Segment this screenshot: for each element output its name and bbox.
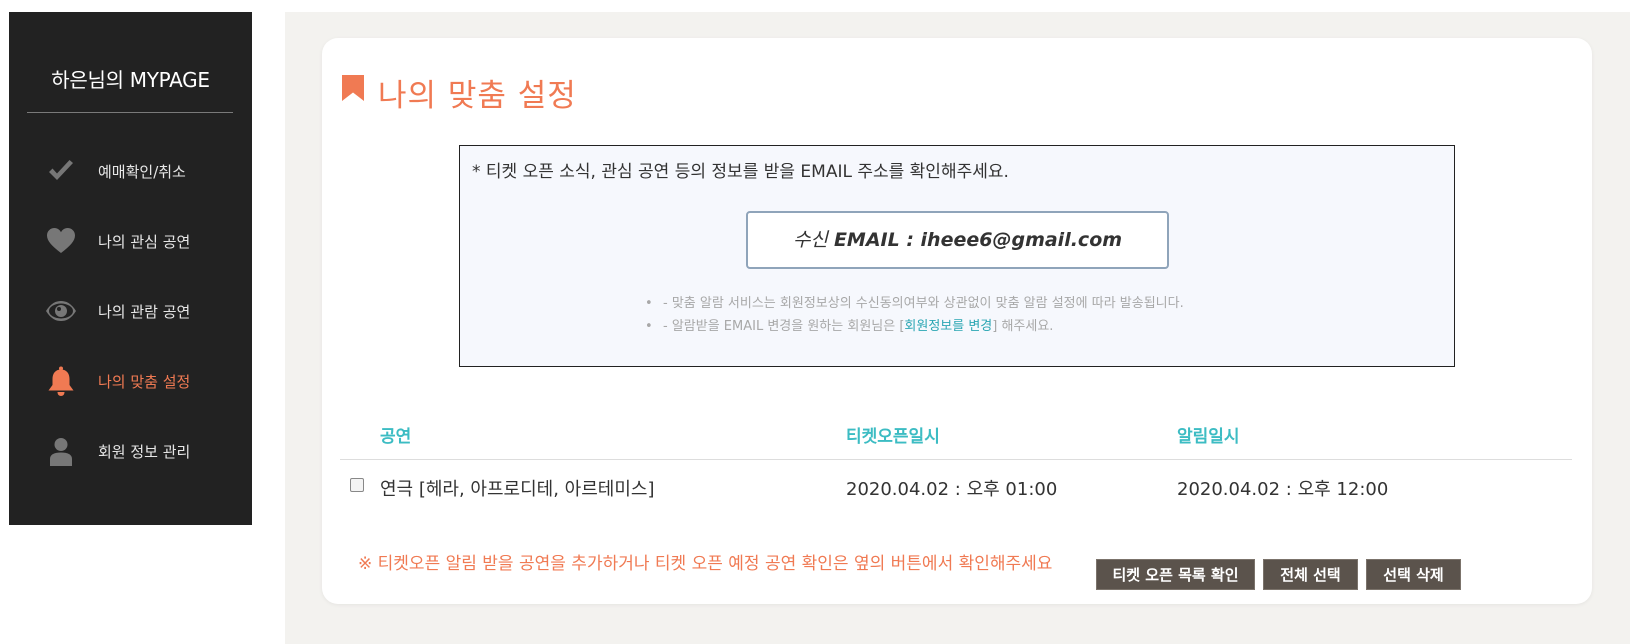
bullet-icon: •	[645, 296, 653, 311]
delete-selected-button[interactable]: 선택 삭제	[1366, 559, 1461, 590]
ticket-open-list-button[interactable]: 티켓 오픈 목록 확인	[1096, 559, 1255, 590]
column-header-open-date: 티켓오픈일시	[846, 427, 940, 447]
show-name: 연극 [헤라, 아프로디테, 아르테미스]	[380, 479, 655, 500]
user-icon	[45, 435, 77, 467]
email-info-box: * 티켓 오픈 소식, 관심 공연 등의 정보를 받을 EMAIL 주소를 확인…	[459, 145, 1455, 367]
sidebar-item-label: 나의 맞춤 설정	[98, 373, 191, 391]
column-header-alarm-date: 알림일시	[1177, 427, 1240, 447]
bookmark-icon	[341, 74, 365, 102]
check-icon	[45, 155, 77, 187]
sidebar-item-label: 나의 관심 공연	[98, 233, 191, 251]
column-header-show: 공연	[380, 427, 412, 447]
open-date: 2020.04.02 : 오후 01:00	[846, 479, 1058, 500]
heart-icon	[45, 225, 77, 257]
bell-icon	[45, 365, 77, 397]
mypage-title: 하은님의 MYPAGE	[51, 68, 210, 92]
email-display: 수신 EMAIL : iheee6@gmail.com	[746, 211, 1169, 269]
sidebar-item-reservation[interactable]: 예매확인/취소	[9, 151, 252, 191]
sidebar-item-favorites[interactable]: 나의 관심 공연	[9, 221, 252, 261]
sidebar-divider	[27, 112, 233, 113]
sidebar-item-watched[interactable]: 나의 관람 공연	[9, 291, 252, 331]
note-text: - 맞춤 알람 서비스는 회원정보상의 수신동의여부와 상관없이 맞춤 알람 설…	[663, 296, 1184, 311]
page-title: 나의 맞춤 설정	[378, 78, 577, 114]
sidebar-item-label: 회원 정보 관리	[98, 443, 191, 461]
footer-note: ※ 티켓오픈 알림 받을 공연을 추가하거나 티켓 오픈 예정 공연 확인은 옆…	[358, 554, 1053, 574]
settings-card: 나의 맞춤 설정 * 티켓 오픈 소식, 관심 공연 등의 정보를 받을 EMA…	[322, 38, 1592, 604]
email-notes: • - 맞춤 알람 서비스는 회원정보상의 수신동의여부와 상관없이 맞춤 알람 …	[645, 292, 1184, 338]
bullet-icon: •	[645, 319, 653, 334]
note-item: • - 알람받을 EMAIL 변경을 원하는 회원님은 [회원정보를 변경] 해주…	[645, 315, 1184, 338]
sidebar: 하은님의 MYPAGE 예매확인/취소 나의 관심 공연 나의 관람 공연 나의…	[9, 12, 252, 525]
email-value: EMAIL : iheee6@gmail.com	[833, 229, 1123, 251]
alarm-date: 2020.04.02 : 오후 12:00	[1177, 479, 1389, 500]
sidebar-item-member-info[interactable]: 회원 정보 관리	[9, 431, 252, 471]
sidebar-item-label: 예매확인/취소	[98, 163, 186, 181]
select-all-button[interactable]: 전체 선택	[1263, 559, 1358, 590]
sidebar-item-label: 나의 관람 공연	[98, 303, 191, 321]
table-divider	[340, 459, 1572, 460]
note-text: - 알람받을 EMAIL 변경을 원하는 회원님은 [	[663, 319, 905, 334]
email-notice: * 티켓 오픈 소식, 관심 공연 등의 정보를 받을 EMAIL 주소를 확인…	[472, 162, 1009, 182]
note-item: • - 맞춤 알람 서비스는 회원정보상의 수신동의여부와 상관없이 맞춤 알람 …	[645, 292, 1184, 315]
sidebar-item-custom-settings[interactable]: 나의 맞춤 설정	[9, 361, 252, 401]
email-prefix: 수신	[792, 229, 828, 251]
change-member-info-link[interactable]: 회원정보를 변경	[904, 319, 992, 334]
note-text: ] 해주세요.	[992, 319, 1054, 334]
row-checkbox[interactable]	[350, 478, 364, 492]
eye-icon	[45, 295, 77, 327]
